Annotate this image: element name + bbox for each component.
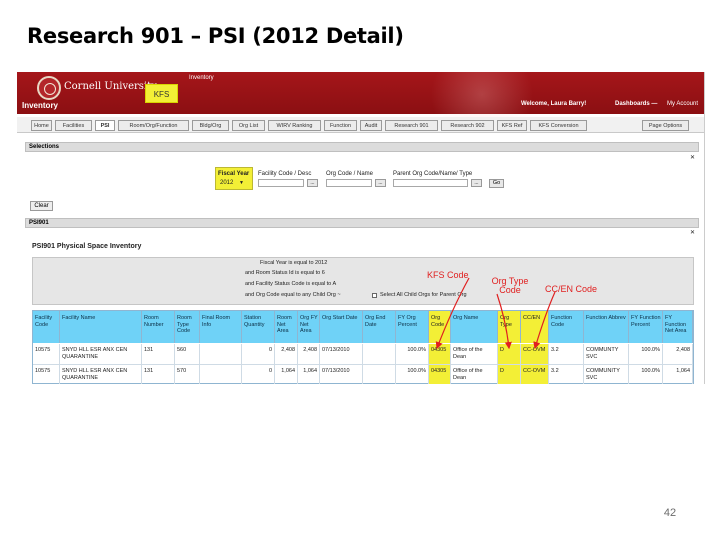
kfs-code-arrow (435, 277, 470, 350)
app-screenshot: Cornell University Inventory KFS Invento… (17, 72, 705, 384)
cc-en-code-arrow (533, 291, 556, 350)
page-number: 42 (663, 507, 677, 519)
annotation-arrows (435, 277, 556, 350)
org-type-code-arrow (496, 293, 512, 350)
slide-title: Research 901 – PSI (2012 Detail) (27, 24, 404, 48)
